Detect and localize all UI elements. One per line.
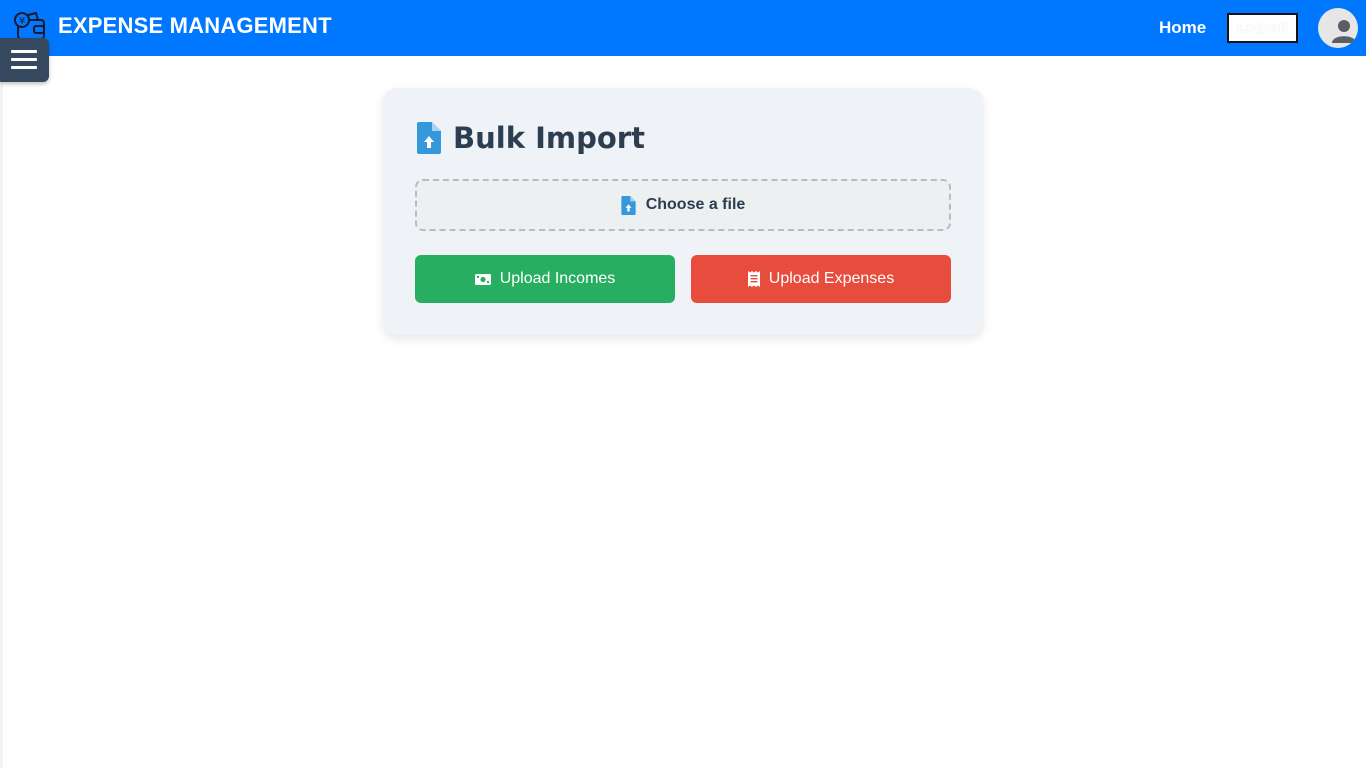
page-left-border [0, 56, 3, 768]
file-upload-icon [417, 122, 441, 154]
upload-incomes-label: Upload Incomes [499, 270, 616, 287]
receipt-icon [747, 271, 760, 287]
hamburger-menu-icon [11, 50, 37, 53]
user-avatar[interactable] [1318, 8, 1358, 48]
file-upload-icon [621, 195, 636, 215]
money-bill-icon [474, 273, 491, 285]
nav-home-link[interactable]: Home [1159, 18, 1206, 38]
top-navbar: ¥ EXPENSE MANAGEMENT Home Logout [0, 0, 1366, 56]
file-input[interactable]: Choose a file [415, 179, 951, 231]
user-avatar-icon [1332, 20, 1356, 43]
card-title: Bulk Import [453, 121, 645, 155]
app-title: EXPENSE MANAGEMENT [58, 13, 332, 38]
upload-expenses-label: Upload Expenses [768, 270, 895, 287]
svg-text:¥: ¥ [19, 16, 25, 27]
sidebar-toggle-button[interactable] [0, 38, 49, 82]
upload-incomes-button[interactable]: Upload Incomes [415, 255, 675, 303]
bulk-import-card: Bulk Import Choose a file Upload Incomes [383, 88, 983, 335]
logout-button[interactable]: Logout [1227, 13, 1298, 43]
file-input-label: Choose a file [645, 196, 746, 213]
wallet-money-icon: ¥ [14, 11, 45, 40]
upload-expenses-button[interactable]: Upload Expenses [691, 255, 951, 303]
